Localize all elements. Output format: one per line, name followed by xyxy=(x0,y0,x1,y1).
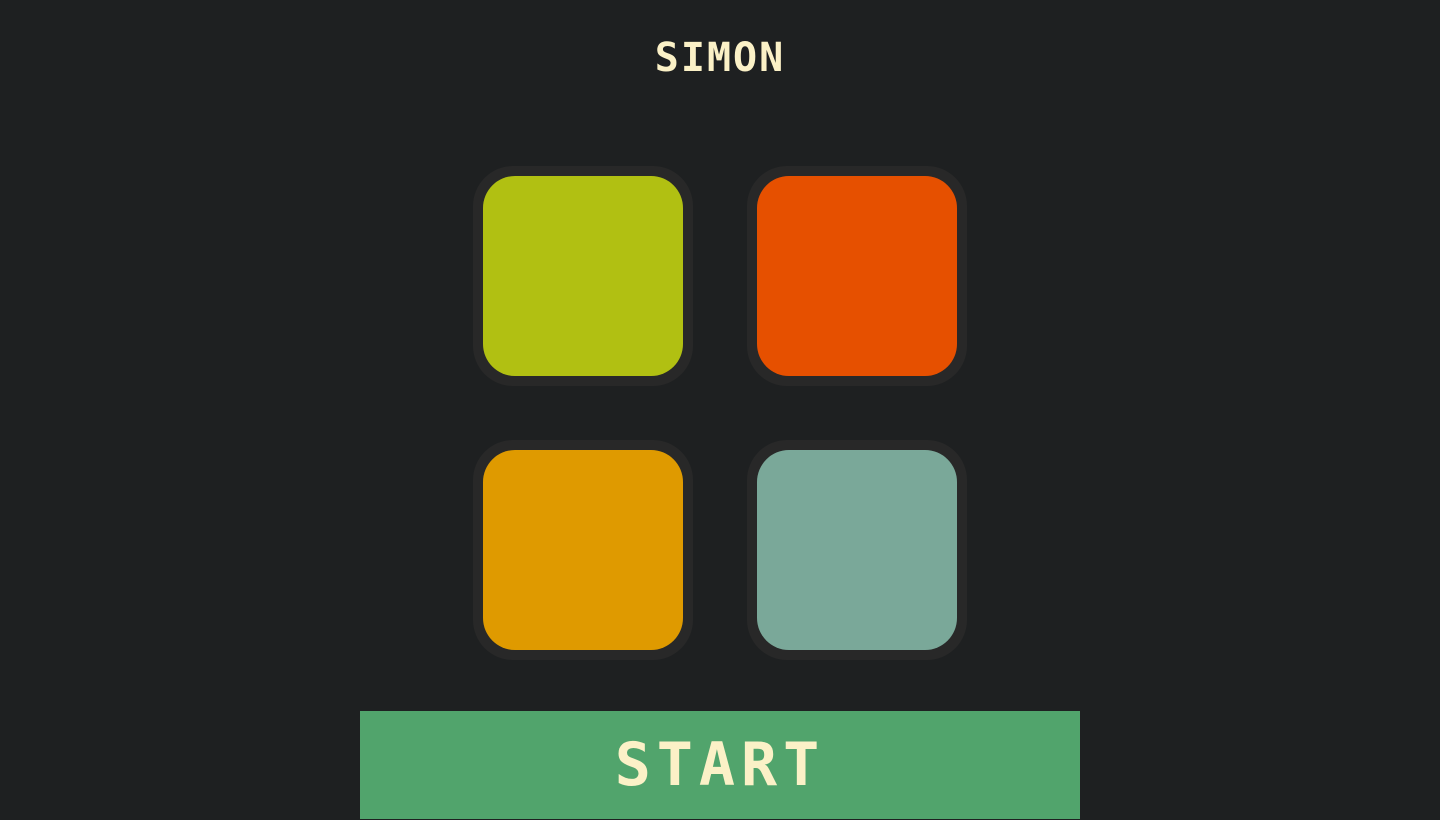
pad-frame-bottom-left xyxy=(473,440,693,660)
pad-frame-top-left xyxy=(473,166,693,386)
pad-top-right[interactable] xyxy=(757,176,957,376)
start-button[interactable]: START xyxy=(360,711,1080,819)
pad-top-left[interactable] xyxy=(483,176,683,376)
pad-frame-bottom-right xyxy=(747,440,967,660)
game-screen: SIMON START xyxy=(0,0,1440,820)
pad-bottom-right[interactable] xyxy=(757,450,957,650)
game-title: SIMON xyxy=(654,35,786,81)
pad-bottom-left[interactable] xyxy=(483,450,683,650)
pad-frame-top-right xyxy=(747,166,967,386)
